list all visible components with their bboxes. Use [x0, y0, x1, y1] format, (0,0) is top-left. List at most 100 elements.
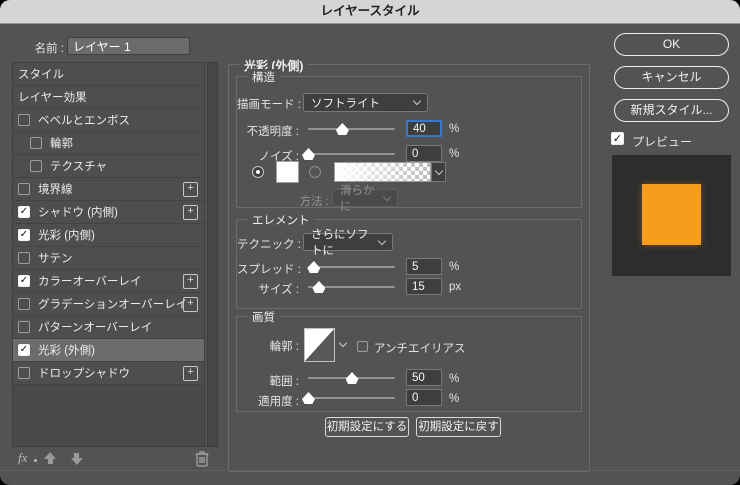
slider-track [308, 128, 395, 130]
sidebar-item-1[interactable]: スタイル [13, 63, 204, 86]
sidebar-item-13[interactable]: ✓ 光彩 (外側) [13, 339, 204, 362]
slider-thumb[interactable] [302, 148, 315, 160]
effect-checkbox[interactable] [18, 114, 30, 126]
move-effect-down-icon[interactable] [70, 452, 83, 465]
add-effect-instance-icon[interactable]: + [183, 297, 198, 312]
spread-slider[interactable] [308, 260, 395, 274]
sidebar-item-8[interactable]: ✓光彩 (内側) [13, 224, 204, 247]
quality-group: 画質 輪郭 : アンチエイリアス 範囲 : % 適用度 : % [236, 316, 582, 412]
noise-unit: % [449, 148, 459, 160]
sidebar-item-label: 光彩 (外側) [38, 342, 95, 358]
contour-thumbnail[interactable] [304, 328, 335, 362]
opacity-label: 不透明度 : [237, 123, 299, 139]
fx-menu-button[interactable]: fx [18, 450, 27, 466]
dialog-window: レイヤースタイル 名前 : スタイルレイヤー効果ベベルとエンボス輪郭テクスチャ境… [0, 0, 740, 485]
slider-thumb[interactable] [336, 123, 349, 135]
preview-checkbox[interactable]: ✓ [611, 132, 624, 145]
new-style-button[interactable]: 新規スタイル... [614, 99, 729, 122]
color-radio[interactable] [252, 166, 264, 178]
effect-checkbox[interactable] [18, 298, 30, 310]
sidebar-item-label: ベベルとエンボス [38, 112, 130, 128]
cancel-button[interactable]: キャンセル [614, 66, 729, 89]
preview-label: プレビュー [632, 133, 692, 150]
add-effect-instance-icon[interactable]: + [183, 182, 198, 197]
chevron-down-icon [383, 192, 391, 200]
sidebar-item-label: サテン [38, 250, 73, 266]
sidebar-item-10[interactable]: ✓ カラーオーバーレイ + [13, 270, 204, 293]
blend-mode-label: 描画モード : [237, 96, 299, 112]
range-input[interactable] [406, 369, 442, 386]
move-effect-up-icon[interactable] [44, 452, 57, 465]
slider-thumb[interactable] [346, 372, 359, 384]
sidebar-item-14[interactable]: ドロップシャドウ + [13, 362, 204, 385]
contour-label: 輪郭 : [237, 338, 299, 354]
effect-checkbox[interactable] [30, 137, 42, 149]
effect-checkbox[interactable] [30, 160, 42, 172]
jitter-label: 適用度 : [237, 393, 299, 409]
effects-list: スタイルレイヤー効果ベベルとエンボス輪郭テクスチャ境界線+✓シャドウ (内側)+… [12, 62, 205, 447]
effect-checkbox[interactable] [18, 367, 30, 379]
sidebar-item-2[interactable]: レイヤー効果 [13, 86, 204, 109]
blend-mode-value: ソフトライト [311, 95, 380, 111]
add-effect-instance-icon[interactable]: + [183, 205, 198, 220]
spread-input[interactable] [406, 258, 442, 275]
add-effect-instance-icon[interactable]: + [183, 366, 198, 381]
effects-list-scrollbar[interactable] [207, 62, 218, 447]
slider-thumb[interactable] [302, 392, 315, 404]
antialias-checkbox[interactable] [357, 341, 368, 352]
effect-checkbox[interactable] [18, 321, 30, 333]
noise-input[interactable] [406, 145, 442, 162]
range-unit: % [449, 373, 459, 385]
size-slider[interactable] [308, 280, 395, 294]
sidebar-item-11[interactable]: グラデーションオーバーレイ+ [13, 293, 204, 316]
preview-thumbnail [612, 155, 731, 276]
sidebar-item-3[interactable]: ベベルとエンボス [13, 109, 204, 132]
technique-dropdown[interactable]: さらにソフトに [303, 233, 393, 251]
chevron-down-icon[interactable] [339, 339, 347, 347]
sidebar-item-label: レイヤー効果 [18, 89, 87, 105]
gradient-picker-arrow[interactable] [431, 162, 446, 182]
effect-checkbox[interactable] [18, 252, 30, 264]
ok-button[interactable]: OK [614, 33, 729, 56]
sidebar-item-4[interactable]: 輪郭 [13, 132, 204, 155]
layer-name-input[interactable] [67, 37, 190, 55]
sidebar-item-5[interactable]: テクスチャ [13, 155, 204, 178]
noise-slider[interactable] [308, 147, 395, 161]
gradient-preview[interactable] [334, 162, 431, 182]
opacity-unit: % [449, 123, 459, 135]
gradient-radio[interactable] [309, 166, 321, 178]
dialog-title: レイヤースタイル [0, 0, 740, 24]
size-unit: px [449, 281, 461, 293]
range-slider[interactable] [308, 371, 395, 385]
size-input[interactable] [406, 278, 442, 295]
delete-effect-icon[interactable] [195, 450, 209, 467]
chevron-down-icon [434, 166, 442, 174]
sidebar-item-12[interactable]: パターンオーバーレイ [13, 316, 204, 339]
sidebar-item-6[interactable]: 境界線+ [13, 178, 204, 201]
structure-legend: 構造 [247, 69, 280, 85]
technique-label: テクニック : [237, 236, 299, 252]
effect-checkbox-checked[interactable]: ✓ [18, 206, 30, 218]
jitter-slider[interactable] [308, 391, 395, 405]
glow-color-swatch[interactable] [276, 161, 299, 183]
make-default-button[interactable]: 初期設定にする [325, 417, 409, 437]
chevron-down-icon [413, 97, 421, 105]
effect-checkbox[interactable] [18, 183, 30, 195]
blend-mode-dropdown[interactable]: ソフトライト [303, 93, 428, 112]
jitter-input[interactable] [406, 389, 442, 406]
sidebar-item-7[interactable]: ✓シャドウ (内側)+ [13, 201, 204, 224]
reset-default-button[interactable]: 初期設定に戻す [416, 417, 501, 437]
opacity-input[interactable] [406, 120, 442, 137]
sidebar-item-label: パターンオーバーレイ [38, 319, 152, 335]
effect-checkbox-checked[interactable]: ✓ [18, 344, 30, 356]
add-effect-instance-icon[interactable]: + [183, 274, 198, 289]
sidebar-item-label: テクスチャ [50, 158, 107, 174]
effect-checkbox-checked[interactable]: ✓ [18, 229, 30, 241]
effect-checkbox-checked[interactable]: ✓ [18, 275, 30, 287]
slider-thumb[interactable] [307, 261, 320, 273]
sidebar-item-label: ドロップシャドウ [38, 365, 130, 381]
sidebar-item-label: カラーオーバーレイ [38, 273, 141, 289]
slider-thumb[interactable] [312, 281, 325, 293]
opacity-slider[interactable] [308, 122, 395, 136]
sidebar-item-9[interactable]: サテン [13, 247, 204, 270]
